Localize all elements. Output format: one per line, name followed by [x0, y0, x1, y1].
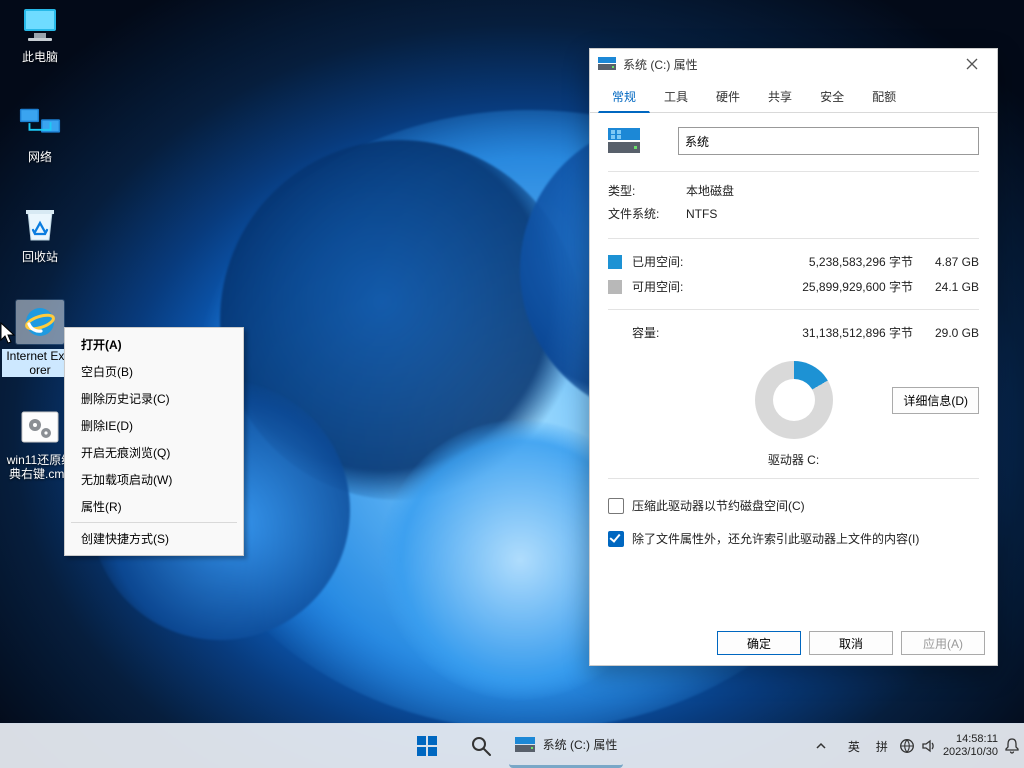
- time: 14:58:11: [943, 733, 998, 746]
- tab-security[interactable]: 安全: [806, 80, 858, 113]
- drive-icon: [515, 737, 535, 753]
- capacity-bytes: 31,138,512,896 字节: [692, 324, 913, 341]
- task-label: 系统 (C:) 属性: [543, 736, 618, 753]
- icon-label: 回收站: [22, 250, 58, 264]
- used-bytes: 5,238,583,296 字节: [692, 253, 913, 270]
- used-label: 已用空间:: [632, 253, 692, 270]
- menu-clear-history[interactable]: 删除历史记录(C): [67, 385, 241, 412]
- tab-quota[interactable]: 配额: [858, 80, 910, 113]
- properties-dialog: 系统 (C:) 属性 常规 工具 硬件 共享 安全 配额 类型: 本地磁盘 文件…: [589, 48, 998, 666]
- menu-separator: [71, 522, 237, 523]
- ie-icon: [16, 300, 64, 344]
- drive-name-input[interactable]: [678, 127, 979, 155]
- tab-general[interactable]: 常规: [598, 80, 650, 113]
- checkbox-compress-label: 压缩此驱动器以节约磁盘空间(C): [632, 497, 805, 514]
- date: 2023/10/30: [943, 746, 998, 759]
- network-icon: [18, 105, 62, 145]
- recycle-icon: [18, 205, 62, 245]
- divider: [608, 238, 979, 239]
- checkbox-index-label: 除了文件属性外，还允许索引此驱动器上文件的内容(I): [632, 530, 919, 547]
- capacity-label: 容量:: [632, 324, 692, 341]
- capacity-human: 29.0 GB: [913, 326, 979, 340]
- capacity-row: 容量: 31,138,512,896 字节 29.0 GB: [608, 324, 979, 341]
- apply-button[interactable]: 应用(A): [901, 631, 985, 655]
- icon-label: 此电脑: [22, 50, 58, 64]
- monitor-icon: [18, 5, 62, 45]
- menu-blank[interactable]: 空白页(B): [67, 358, 241, 385]
- divider: [608, 478, 979, 479]
- free-human: 24.1 GB: [913, 280, 979, 294]
- bell-icon: [1004, 737, 1020, 755]
- clock[interactable]: 14:58:11 2023/10/30: [943, 733, 998, 759]
- menu-open[interactable]: 打开(A): [67, 331, 241, 358]
- checkbox-index[interactable]: [608, 531, 624, 547]
- context-menu: 打开(A) 空白页(B) 删除历史记录(C) 删除IE(D) 开启无痕浏览(Q)…: [64, 327, 244, 556]
- ime-mode[interactable]: 拼: [871, 738, 893, 755]
- menu-create-shortcut[interactable]: 创建快捷方式(S): [67, 525, 241, 552]
- used-swatch: [608, 255, 622, 269]
- tab-sharing[interactable]: 共享: [754, 80, 806, 113]
- network-tray-icon[interactable]: [899, 738, 915, 754]
- start-button[interactable]: [401, 726, 453, 766]
- icon-label: 网络: [28, 150, 52, 164]
- fs-value: NTFS: [686, 207, 717, 221]
- dialog-body: 类型: 本地磁盘 文件系统: NTFS 已用空间: 5,238,583,296 …: [590, 113, 997, 621]
- gears-icon: [18, 408, 62, 448]
- fs-label: 文件系统:: [608, 205, 686, 222]
- divider: [608, 171, 979, 172]
- type-label: 类型:: [608, 182, 686, 199]
- taskbar[interactable]: 系统 (C:) 属性 英 拼 14:58:11 2023/10/30: [0, 723, 1024, 768]
- volume-tray-icon[interactable]: [921, 738, 937, 754]
- drive-icon: [598, 57, 616, 71]
- notifications-button[interactable]: [1004, 737, 1020, 755]
- details-button[interactable]: 详细信息(D): [892, 387, 979, 414]
- cancel-button[interactable]: 取消: [809, 631, 893, 655]
- task-properties[interactable]: 系统 (C:) 属性: [509, 725, 624, 768]
- checkbox-compress[interactable]: [608, 498, 624, 514]
- dialog-buttons: 确定 取消 应用(A): [590, 621, 997, 665]
- dialog-title: 系统 (C:) 属性: [623, 56, 951, 73]
- disk-usage-pie: [755, 361, 833, 439]
- system-tray[interactable]: 英 拼 14:58:11 2023/10/30: [815, 724, 1020, 768]
- windows-icon: [416, 735, 438, 757]
- free-label: 可用空间:: [632, 278, 692, 295]
- menu-noaddons[interactable]: 无加载项启动(W): [67, 466, 241, 493]
- free-bytes: 25,899,929,600 字节: [692, 278, 913, 295]
- free-space-row: 可用空间: 25,899,929,600 字节 24.1 GB: [608, 278, 979, 295]
- chevron-up-icon: [815, 740, 827, 752]
- dialog-tabs: 常规 工具 硬件 共享 安全 配额: [590, 79, 997, 113]
- menu-delete-ie[interactable]: 删除IE(D): [67, 412, 241, 439]
- drive-letter: 驱动器 C:: [608, 451, 979, 468]
- search-icon: [470, 735, 492, 757]
- ime-lang[interactable]: 英: [843, 738, 865, 755]
- menu-properties[interactable]: 属性(R): [67, 493, 241, 520]
- dialog-titlebar[interactable]: 系统 (C:) 属性: [590, 49, 997, 79]
- icon-recycle-bin[interactable]: 回收站: [2, 205, 78, 264]
- compress-row[interactable]: 压缩此驱动器以节约磁盘空间(C): [608, 497, 979, 514]
- tab-hardware[interactable]: 硬件: [702, 80, 754, 113]
- search-button[interactable]: [455, 726, 507, 766]
- icon-network[interactable]: 网络: [2, 105, 78, 164]
- tab-tools[interactable]: 工具: [650, 80, 702, 113]
- divider: [608, 309, 979, 310]
- menu-inprivate[interactable]: 开启无痕浏览(Q): [67, 439, 241, 466]
- close-button[interactable]: [951, 50, 993, 78]
- used-space-row: 已用空间: 5,238,583,296 字节 4.87 GB: [608, 253, 979, 270]
- index-row[interactable]: 除了文件属性外，还允许索引此驱动器上文件的内容(I): [608, 530, 979, 547]
- used-human: 4.87 GB: [913, 255, 979, 269]
- type-value: 本地磁盘: [686, 182, 734, 199]
- icon-this-pc[interactable]: 此电脑: [2, 5, 78, 64]
- tray-overflow[interactable]: [815, 740, 837, 752]
- drive-icon: [608, 128, 640, 154]
- ok-button[interactable]: 确定: [717, 631, 801, 655]
- free-swatch: [608, 280, 622, 294]
